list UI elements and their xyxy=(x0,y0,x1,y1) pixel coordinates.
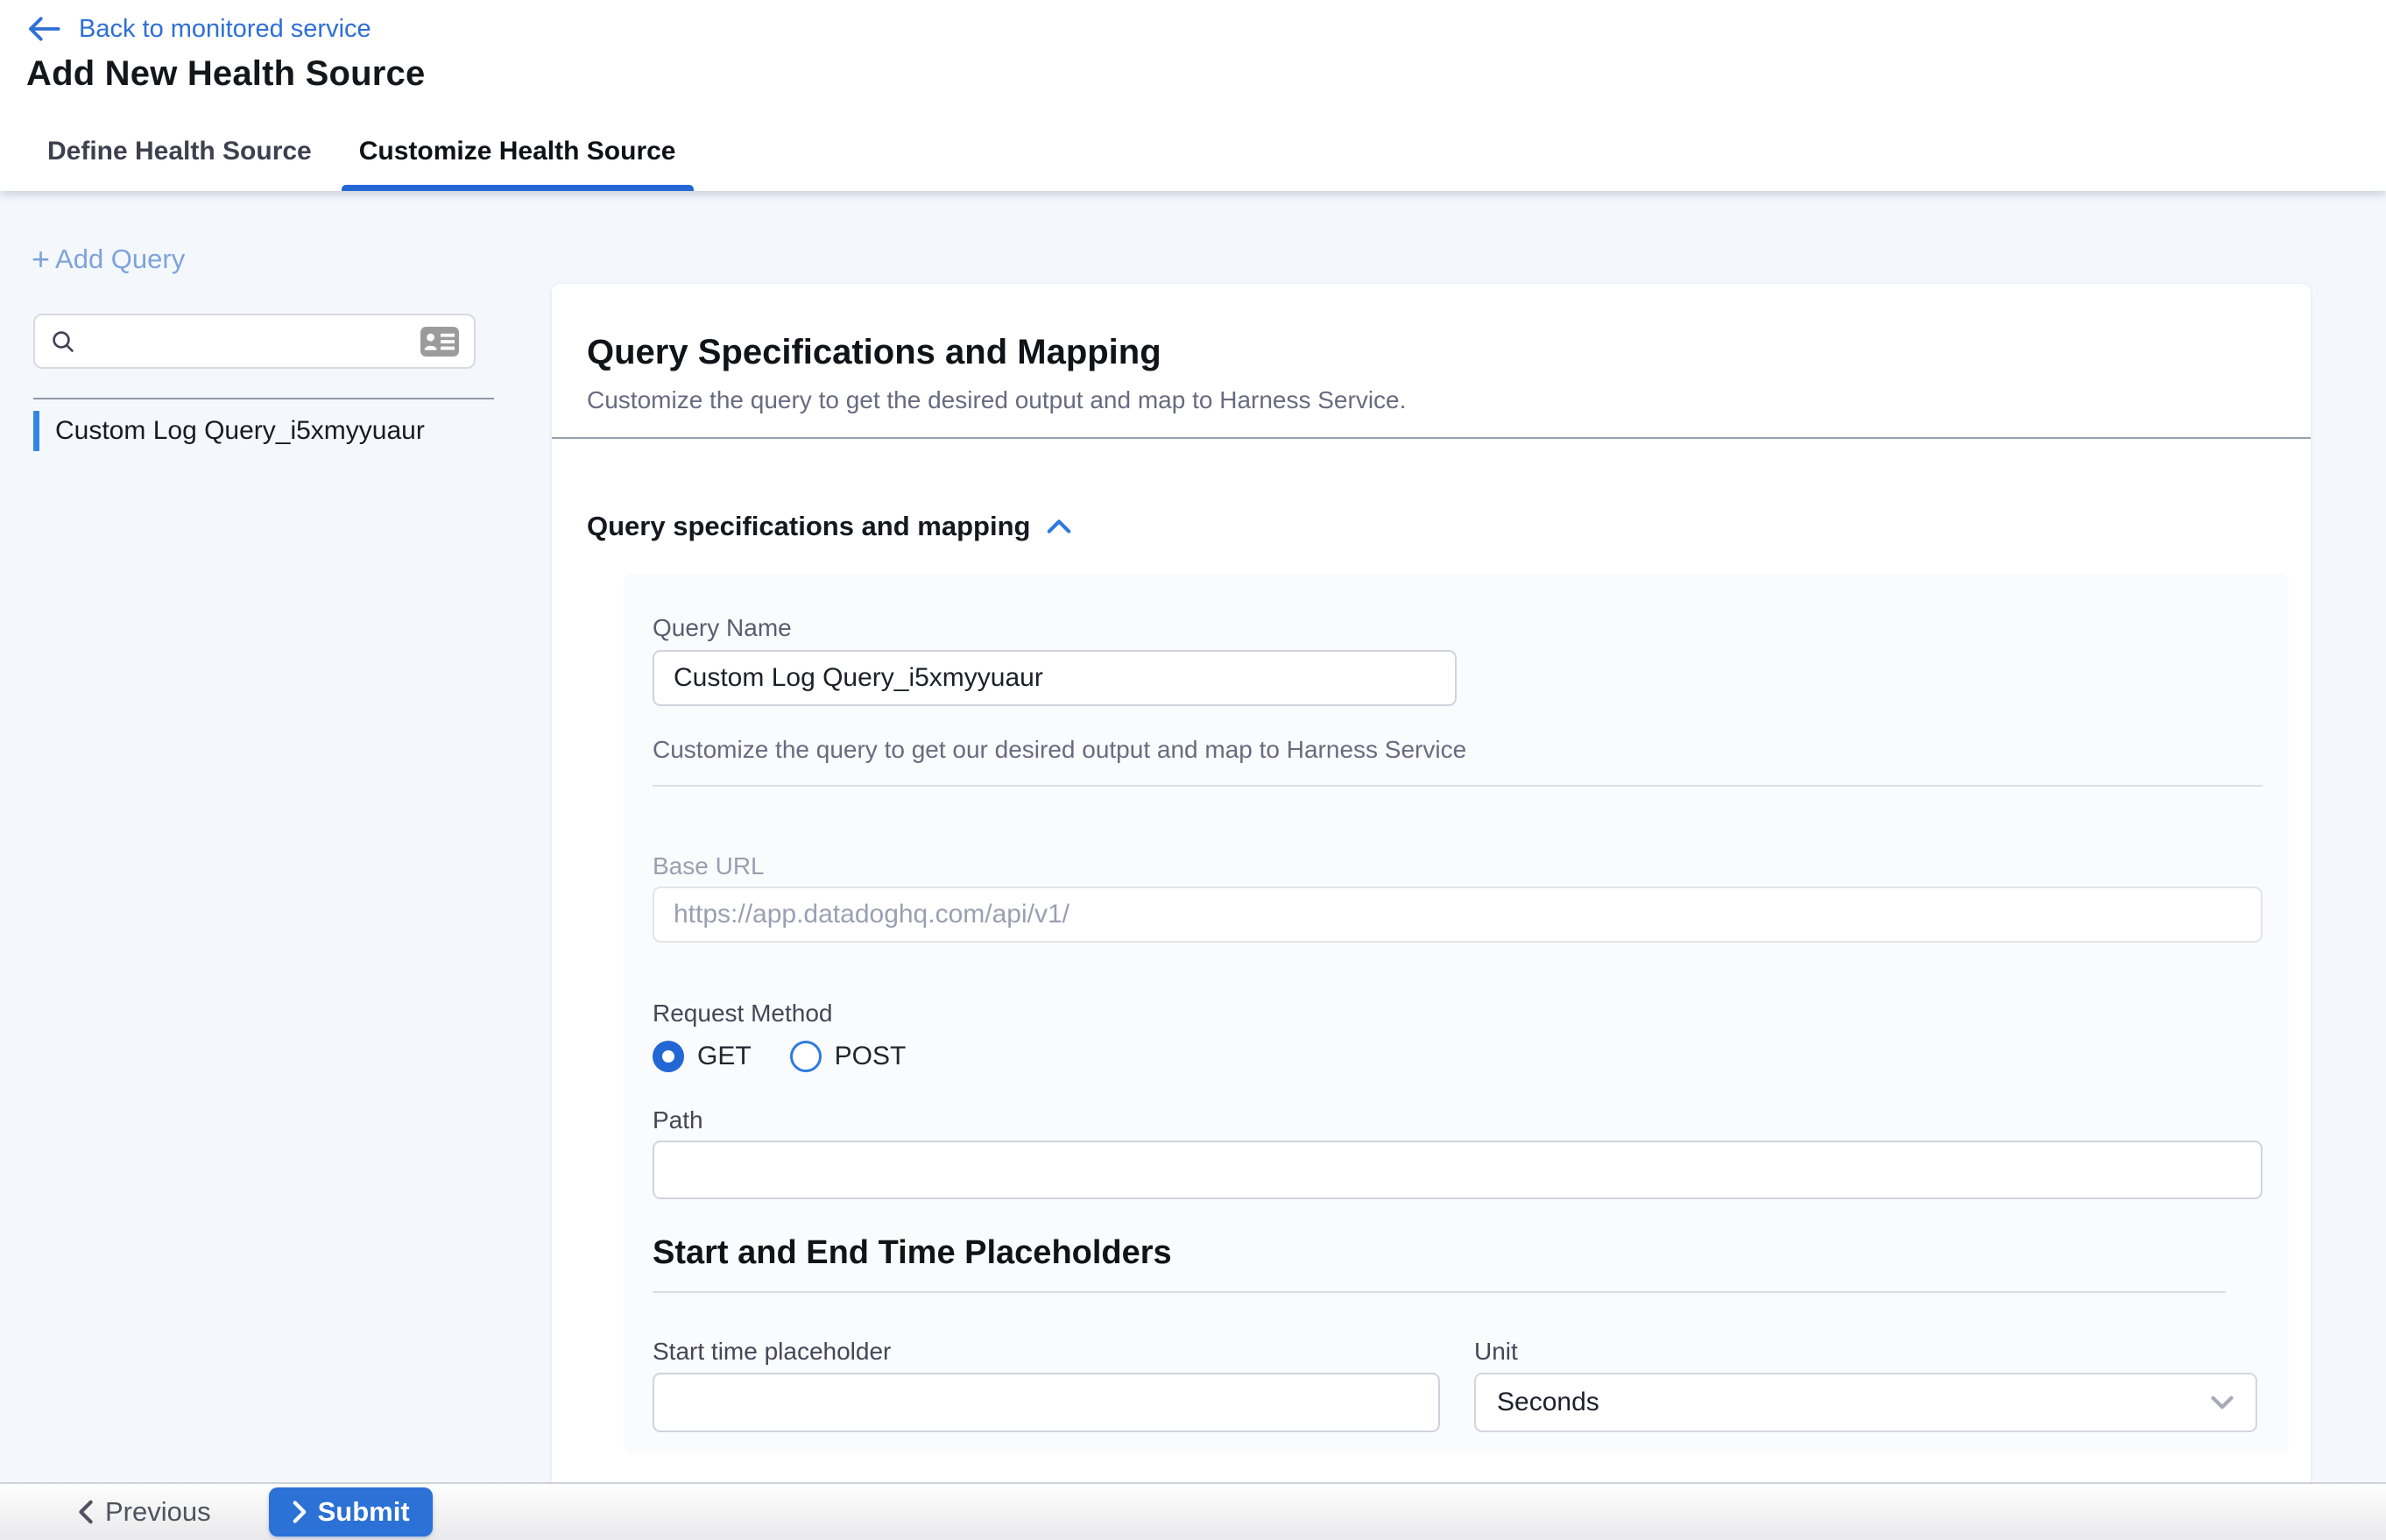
placeholders-heading: Start and End Time Placeholders xyxy=(653,1234,2262,1272)
chevron-up-icon[interactable] xyxy=(1046,518,1072,535)
page-title: Add New Health Source xyxy=(26,54,425,94)
card-heading: Query Specifications and Mapping xyxy=(587,333,2276,372)
request-method-label: Request Method xyxy=(653,999,2262,1028)
submit-button-label: Submit xyxy=(318,1496,410,1528)
chevron-right-icon xyxy=(292,1500,307,1524)
start-time-field: Start time placeholder xyxy=(653,1337,1440,1432)
chevron-left-icon xyxy=(77,1499,95,1525)
radio-get-icon xyxy=(653,1041,684,1072)
radio-post[interactable]: POST xyxy=(790,1041,907,1072)
back-link-label[interactable]: Back to monitored service xyxy=(79,15,371,44)
query-search-box xyxy=(33,314,476,369)
start-time-input[interactable] xyxy=(653,1373,1440,1432)
card-view-icon[interactable] xyxy=(420,326,460,357)
placeholders-row: Start time placeholder Unit Seconds xyxy=(653,1337,2262,1432)
query-sidebar: + Add Query Custom Log Query_i5xmyyuaur xyxy=(0,191,552,1482)
query-name-input[interactable] xyxy=(653,650,1457,706)
search-icon xyxy=(49,328,77,356)
unit-field: Unit Seconds xyxy=(1474,1337,2257,1432)
unit-select-value: Seconds xyxy=(1497,1388,1599,1417)
tab-define-label: Define Health Source xyxy=(47,137,312,166)
radio-post-icon xyxy=(790,1041,822,1072)
unit-select[interactable]: Seconds xyxy=(1474,1373,2257,1432)
query-name-label: Query Name xyxy=(653,614,792,641)
unit-label: Unit xyxy=(1474,1337,2257,1367)
submit-button[interactable]: Submit xyxy=(269,1487,433,1536)
plus-icon: + xyxy=(32,246,50,272)
tab-customize-label: Customize Health Source xyxy=(359,137,676,166)
placeholders-divider xyxy=(653,1291,2226,1293)
query-spec-panel: Query Name Customize the query to get ou… xyxy=(624,574,2289,1453)
card-divider xyxy=(552,437,2311,439)
path-label: Path xyxy=(653,1106,2262,1135)
base-url-label: Base URL xyxy=(653,851,2262,881)
add-query-label: Add Query xyxy=(55,244,185,275)
tab-customize-health-source[interactable]: Customize Health Source xyxy=(342,112,694,191)
footer-bar: Previous Submit xyxy=(0,1482,2386,1540)
section-title: Query specifications and mapping xyxy=(587,511,1030,542)
back-to-monitored-service[interactable]: Back to monitored service xyxy=(26,14,371,44)
radio-get-label: GET xyxy=(697,1042,752,1071)
card-subheading: Customize the query to get the desired o… xyxy=(587,386,2276,414)
radio-get[interactable]: GET xyxy=(653,1041,752,1072)
start-time-label: Start time placeholder xyxy=(653,1337,1440,1367)
page-header: Back to monitored service Add New Health… xyxy=(0,0,2386,191)
previous-button[interactable]: Previous xyxy=(77,1496,211,1528)
query-list-item[interactable]: Custom Log Query_i5xmyyuaur xyxy=(33,405,494,457)
panel-divider xyxy=(653,785,2262,787)
radio-post-label: POST xyxy=(835,1042,907,1071)
card-header: Query Specifications and Mapping Customi… xyxy=(552,284,2311,414)
query-mapping-card: Query Specifications and Mapping Customi… xyxy=(552,284,2311,1482)
previous-button-label: Previous xyxy=(105,1496,211,1528)
selected-query-indicator xyxy=(33,411,39,451)
request-method-radio-group: GET POST xyxy=(653,1041,2262,1072)
base-url-input[interactable] xyxy=(653,887,2262,943)
add-query-button[interactable]: + Add Query xyxy=(32,244,185,275)
back-arrow-icon xyxy=(26,14,61,44)
query-item-label: Custom Log Query_i5xmyyuaur xyxy=(55,416,425,446)
sidebar-divider xyxy=(33,398,494,399)
tab-bar: Define Health Source Customize Health So… xyxy=(30,112,694,191)
section-toggle[interactable]: Query specifications and mapping xyxy=(587,511,2276,542)
path-input[interactable] xyxy=(653,1141,2262,1199)
query-helper-text: Customize the query to get our desired o… xyxy=(653,736,2262,764)
tab-define-health-source[interactable]: Define Health Source xyxy=(30,112,329,191)
search-input[interactable] xyxy=(88,328,409,356)
chevron-down-icon xyxy=(2210,1395,2234,1410)
